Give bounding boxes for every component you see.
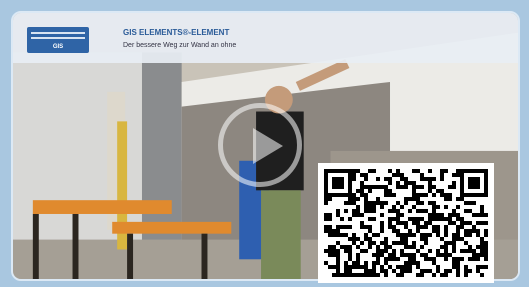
video-subtitle: Der bessere Weg zur Wand an ohne <box>123 42 237 49</box>
video-card: GIS GIS ELEMENTS®-ELEMENT Der bessere We… <box>0 0 529 287</box>
video-title: GIS ELEMENTS®-ELEMENT <box>123 28 230 37</box>
play-icon[interactable] <box>218 103 302 187</box>
qr-code-icon <box>318 163 494 283</box>
video-header: GIS GIS ELEMENTS®-ELEMENT Der bessere We… <box>13 13 518 63</box>
logo-text: GIS <box>52 44 64 50</box>
brand-logo: GIS <box>27 27 89 53</box>
